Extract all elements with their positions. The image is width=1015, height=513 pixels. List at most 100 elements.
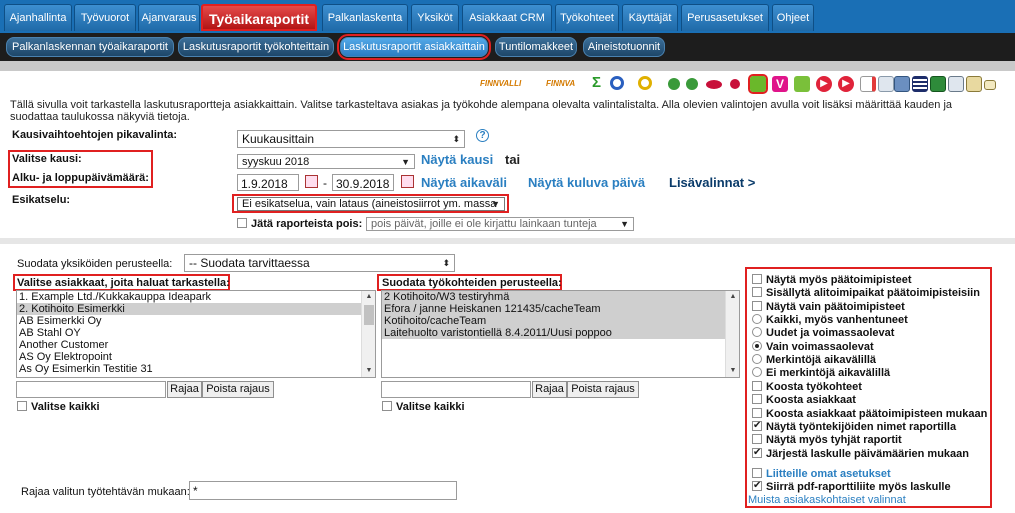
list-item[interactable]: 2 Kotihoito/W3 testiryhmä [382,291,727,303]
help-icon[interactable]: ? [476,129,489,142]
move-pdf-checkbox[interactable] [752,479,762,492]
preview-dropdown[interactable]: Ei esikatselua, vain lataus (aineistosii… [237,197,505,211]
wheat-icon[interactable] [748,74,768,94]
customers-scrollbar[interactable]: ▲ ▼ [361,291,375,377]
workitems-scrollbar[interactable]: ▲ ▼ [725,291,739,377]
workitems-limit-button[interactable]: Rajaa [532,381,567,398]
customers-listbox[interactable]: 1. Example Ltd./Kukkakauppa Ideapark 2. … [16,290,376,378]
tab-asiakkaat-crm[interactable]: Asiakkaat CRM [462,4,552,31]
option-row-8[interactable]: Koosta työkohteet [752,380,862,394]
subtab-laskutusraportit-tyokohteittain[interactable]: Laskutusraportit työkohteittain [178,37,334,57]
option-checkbox[interactable] [752,419,762,432]
tab-perusasetukset[interactable]: Perusasetukset [681,4,769,31]
option-checkbox[interactable] [752,287,762,298]
period-dropdown[interactable]: syyskuu 2018 ▼ [237,154,415,169]
list-item[interactable]: AS Oy Elektropoint [17,351,375,363]
subtab-tuntilomakkeet[interactable]: Tuntilomakkeet [495,37,577,57]
mail-icon[interactable] [984,80,996,90]
option-radio[interactable] [752,314,762,325]
workitems-search-input[interactable] [381,381,531,398]
arrow-right-alt-icon[interactable]: ▶ [838,76,854,92]
tab-tyokohteet[interactable]: Työkohteet [555,4,619,31]
move-pdf-row[interactable]: Siirrä pdf-raporttiliite myös laskulle [752,479,951,494]
end-date-input[interactable]: 30.9.2018 [332,174,394,191]
option-radio[interactable] [752,340,762,351]
end-calendar-icon[interactable] [401,175,414,188]
option-row-9[interactable]: Koosta asiakkaat [752,394,856,407]
tab-palkanlaskenta[interactable]: Palkanlaskenta [322,4,408,31]
list-item[interactable]: AB Esimerkki Oy [17,315,375,327]
clock-icon[interactable] [638,76,652,90]
tab-tyovuorot[interactable]: Työvuorot [74,4,136,31]
pdf-icon[interactable] [860,76,876,92]
tab-kayttajat[interactable]: Käyttäjät [622,4,678,31]
green-dot-icon[interactable] [668,78,680,90]
customers-clear-button[interactable]: Poista rajaus [202,381,274,398]
tab-ohjeet[interactable]: Ohjeet [772,4,814,31]
option-row-7[interactable]: Ei merkintöjä aikavälillä [752,367,890,380]
list-item[interactable]: As Oy Esimerkin Testitie 31 [17,363,375,375]
show-period-link[interactable]: Näytä kausi [421,152,493,167]
option-checkbox[interactable] [752,380,762,391]
finnvalli-alt-icon[interactable]: FINNVA [546,79,575,88]
subtab-laskutusraportit-asiakkaittain[interactable]: Laskutusraportit asiakkaittain [337,34,491,60]
red-leaf-icon[interactable] [730,79,740,89]
excel-icon[interactable] [930,76,946,92]
option-row-11[interactable]: Näytä työntekijöiden nimet raportilla [752,419,956,434]
red-lens-icon[interactable] [706,80,722,89]
more-options-link[interactable]: Lisävalinnat > [669,175,755,190]
green-dot-alt-icon[interactable] [686,78,698,90]
workitems-select-all-checkbox[interactable] [382,401,392,411]
circle-icon[interactable] [610,76,624,90]
customers-select-all[interactable]: Valitse kaikki [17,401,100,413]
own-settings-checkbox[interactable] [752,468,762,478]
option-row-6[interactable]: Merkintöjä aikavälillä [752,354,876,367]
remember-choices-link[interactable]: Muista asiakaskohtaiset valinnat [748,494,906,506]
option-row-13[interactable]: Järjestä laskulle päivämäärien mukaan [752,446,969,461]
finnvalli-icon[interactable]: FINNVALLI [480,79,521,88]
list-item[interactable]: 1. Example Ltd./Kukkakauppa Ideapark [17,291,375,303]
customers-select-all-checkbox[interactable] [17,401,27,411]
option-checkbox[interactable] [752,394,762,405]
option-row-12[interactable]: Näytä myös tyhjät raportit [752,434,902,447]
arrow-right-icon[interactable]: ▶ [816,76,832,92]
notes-icon[interactable] [966,76,982,92]
list-item[interactable]: AB Stahl OY [17,327,375,339]
list-item[interactable]: Kotihoito/cacheTeam [382,315,727,327]
option-row-4[interactable]: Uudet ja voimassaolevat [752,327,894,340]
tab-yksikot[interactable]: Yksiköt [411,4,459,31]
exclude-dropdown[interactable]: pois päivät, joille ei ole kirjattu lain… [366,217,634,231]
workitems-clear-button[interactable]: Poista rajaus [567,381,639,398]
workitems-listbox[interactable]: 2 Kotihoito/W3 testiryhmä Efora / janne … [381,290,740,378]
own-settings-row[interactable]: Liitteille omat asetukset [752,468,891,481]
subtab-palkanlaskennan-tyoaikaraportit[interactable]: Palkanlaskennan työaikaraportit [6,37,174,57]
option-radio[interactable] [752,367,762,378]
list-item[interactable]: Laitehuolto varistontiellä 8.4.2011/Uusi… [382,327,727,339]
customers-limit-button[interactable]: Rajaa [167,381,202,398]
scroll-down-icon[interactable]: ▼ [726,365,739,377]
scroll-thumb[interactable] [364,305,374,325]
option-row-5[interactable]: Vain voimassaolevat [752,340,874,354]
customers-search-input[interactable] [16,381,166,398]
start-date-input[interactable]: 1.9.2018 [237,174,299,191]
option-checkbox[interactable] [752,300,762,311]
option-row-2[interactable]: Näytä vain päätoimipisteet [752,300,905,314]
v-icon[interactable]: V [772,76,788,92]
list-item[interactable]: Efora / janne Heiskanen 121435/cacheTeam [382,303,727,315]
tab-ajanvaraus[interactable]: Ajanvaraus [138,4,200,31]
list-item[interactable]: Another Customer [17,339,375,351]
workitems-select-all[interactable]: Valitse kaikki [382,401,465,413]
option-row-3[interactable]: Kaikki, myös vanhentuneet [752,314,908,327]
option-radio[interactable] [752,354,762,365]
quick-select-dropdown[interactable]: Kuukausittain ⬍ [237,130,465,148]
option-row-0[interactable]: Näytä myös päätoimipisteet [752,274,912,287]
option-radio[interactable] [752,327,762,338]
sum-icon[interactable]: Σ [592,75,608,92]
grain-icon[interactable] [794,76,810,92]
option-checkbox[interactable] [752,446,762,459]
option-row-10[interactable]: Koosta asiakkaat päätoimipisteen mukaan [752,407,987,421]
tab-tyoaikaraportit[interactable]: Työaikaraportit [201,4,317,31]
start-calendar-icon[interactable] [305,175,318,188]
show-range-link[interactable]: Näytä aikaväli [421,175,507,190]
option-checkbox[interactable] [752,274,762,284]
